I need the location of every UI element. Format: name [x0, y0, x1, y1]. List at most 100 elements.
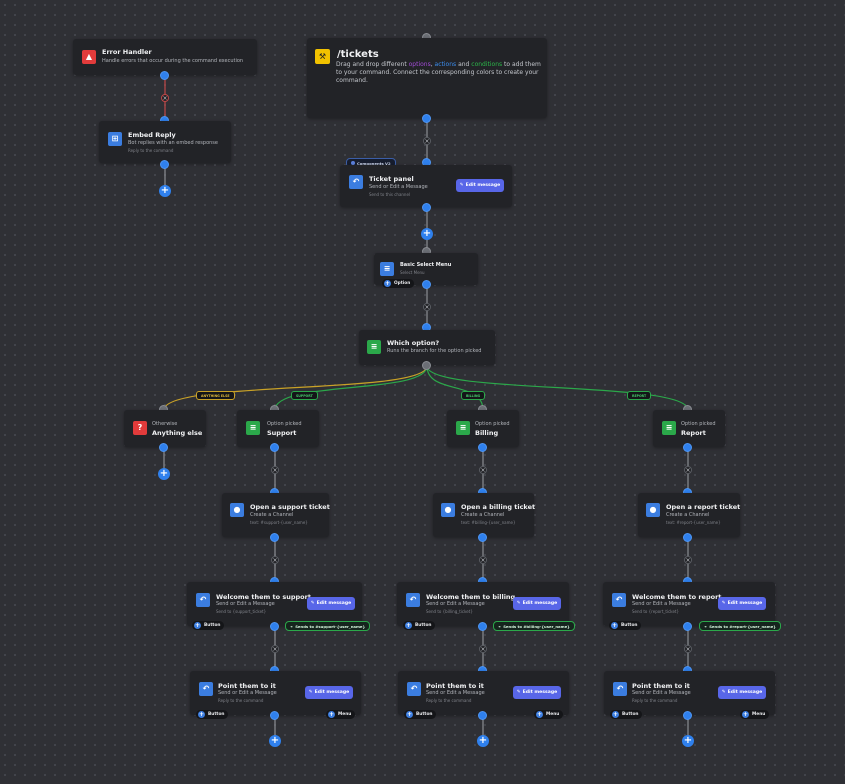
- list-icon: ≡: [662, 421, 676, 435]
- option-picked-node[interactable]: ≡ Option picked Support: [237, 410, 319, 447]
- add-button-pill[interactable]: + Button: [609, 621, 642, 630]
- node-subtitle: Send or Edit a Message: [426, 601, 485, 607]
- output-port[interactable]: [478, 443, 487, 452]
- option-picked-node[interactable]: ≡ Option picked Report: [653, 410, 725, 447]
- output-port[interactable]: [422, 203, 431, 212]
- output-port[interactable]: [160, 71, 169, 80]
- node-title: Report: [681, 429, 706, 437]
- output-port[interactable]: [478, 622, 487, 631]
- pill-label: Menu: [546, 712, 560, 717]
- add-block-button[interactable]: +: [477, 735, 489, 747]
- point-message-node[interactable]: ↶ Point them to it Send or Edit a Messag…: [398, 671, 569, 715]
- node-title: Error Handler: [102, 48, 152, 56]
- node-subtitle: Option picked: [681, 421, 716, 427]
- create-channel-node[interactable]: ● Open a support ticket Create a Channel…: [222, 493, 330, 537]
- add-menu-pill[interactable]: + Menu: [534, 710, 564, 719]
- edit-message-button[interactable]: ✎ Edit message: [513, 597, 561, 610]
- node-subtitle: Option picked: [475, 421, 510, 427]
- which-option-node[interactable]: ≡ Which option? Runs the branch for the …: [359, 330, 495, 365]
- add-button-pill[interactable]: + Button: [610, 710, 643, 719]
- node-title: Ticket panel: [369, 175, 414, 183]
- disconnect-icon[interactable]: ×: [423, 303, 431, 311]
- add-block-button[interactable]: +: [421, 228, 433, 240]
- welcome-message-node[interactable]: ↶ Welcome them to billing Send or Edit a…: [397, 582, 569, 626]
- pill-label: Option: [394, 281, 411, 286]
- output-port[interactable]: [478, 533, 487, 542]
- create-channel-node[interactable]: ● Open a report ticket Create a Channel …: [638, 493, 740, 537]
- edit-message-button[interactable]: ✎ Edit message: [456, 179, 504, 192]
- add-menu-pill[interactable]: + Menu: [740, 710, 770, 719]
- output-port[interactable]: [159, 443, 168, 452]
- output-port[interactable]: [422, 114, 431, 123]
- desc-conditions-word: conditions: [471, 61, 503, 68]
- edit-message-label: Edit message: [522, 690, 558, 695]
- add-menu-pill[interactable]: + Menu: [326, 710, 356, 719]
- pill-label: Button: [621, 623, 638, 628]
- output-port[interactable]: [478, 711, 487, 720]
- point-message-node[interactable]: ↶ Point them to it Send or Edit a Messag…: [190, 671, 361, 715]
- command-icon: ⚒: [315, 49, 330, 64]
- edit-message-button[interactable]: ✎ Edit message: [718, 686, 766, 699]
- plus-icon: +: [406, 711, 413, 718]
- edit-message-button[interactable]: ✎ Edit message: [305, 686, 353, 699]
- output-port[interactable]: [422, 361, 431, 370]
- create-channel-node[interactable]: ● Open a billing ticket Create a Channel…: [433, 493, 535, 537]
- add-button-pill[interactable]: + Button: [196, 710, 229, 719]
- output-port[interactable]: [422, 280, 431, 289]
- disconnect-icon[interactable]: ×: [684, 645, 692, 653]
- output-port[interactable]: [683, 533, 692, 542]
- disconnect-icon[interactable]: ×: [271, 645, 279, 653]
- disconnect-icon[interactable]: ×: [271, 556, 279, 564]
- disconnect-icon[interactable]: ×: [161, 94, 169, 102]
- output-port[interactable]: [270, 443, 279, 452]
- add-block-button[interactable]: +: [159, 185, 171, 197]
- output-port[interactable]: [683, 443, 692, 452]
- node-subtitle: Otherwise: [152, 421, 178, 427]
- add-button-pill[interactable]: + Button: [192, 621, 225, 630]
- disconnect-icon[interactable]: ×: [271, 466, 279, 474]
- edit-message-button[interactable]: ✎ Edit message: [513, 686, 561, 699]
- disconnect-icon[interactable]: ×: [684, 466, 692, 474]
- desc-actions-word: actions: [434, 61, 457, 68]
- disconnect-icon[interactable]: ×: [479, 466, 487, 474]
- edit-message-button[interactable]: ✎ Edit message: [307, 597, 355, 610]
- output-port[interactable]: [270, 622, 279, 631]
- pencil-icon: ✎: [459, 183, 464, 188]
- disconnect-icon[interactable]: ×: [479, 645, 487, 653]
- add-button-pill[interactable]: + Button: [404, 710, 437, 719]
- edit-message-label: Edit message: [727, 690, 763, 695]
- edit-message-button[interactable]: ✎ Edit message: [718, 597, 766, 610]
- command-node[interactable]: ⚒ /tickets Drag and drop different optio…: [307, 38, 547, 118]
- welcome-message-node[interactable]: ↶ Welcome them to support Send or Edit a…: [187, 582, 362, 626]
- add-button-pill[interactable]: + Button: [403, 621, 436, 630]
- output-port[interactable]: [683, 622, 692, 631]
- error-handler-node[interactable]: ▲ Error Handler Handle errors that occur…: [73, 39, 257, 75]
- add-option-button[interactable]: + Option: [382, 279, 415, 288]
- node-subtitle: Send or Edit a Message: [632, 690, 691, 696]
- add-block-button[interactable]: +: [269, 735, 281, 747]
- node-title: Welcome them to report: [632, 593, 722, 601]
- output-port[interactable]: [270, 711, 279, 720]
- add-block-button[interactable]: +: [158, 468, 170, 480]
- pencil-icon: ✎: [516, 690, 521, 695]
- disconnect-icon[interactable]: ×: [479, 556, 487, 564]
- output-port[interactable]: [683, 711, 692, 720]
- add-block-button[interactable]: +: [682, 735, 694, 747]
- reply-icon: ↶: [196, 593, 210, 607]
- pill-label: Button: [208, 712, 225, 717]
- output-port[interactable]: [160, 160, 169, 169]
- list-icon: ≡: [246, 421, 260, 435]
- node-title: Point them to it: [632, 682, 690, 690]
- option-picked-node[interactable]: ≡ Option picked Billing: [447, 410, 519, 447]
- output-port[interactable]: [270, 533, 279, 542]
- embed-reply-node[interactable]: ⊞ Embed Reply Bot replies with an embed …: [99, 121, 231, 163]
- ticket-panel-node[interactable]: ↶ Ticket panel Send or Edit a Message Se…: [340, 165, 512, 207]
- reply-icon: ↶: [612, 593, 626, 607]
- welcome-message-node[interactable]: ↶ Welcome them to report Send or Edit a …: [603, 582, 775, 626]
- edit-message-label: Edit message: [314, 690, 350, 695]
- disconnect-icon[interactable]: ×: [684, 556, 692, 564]
- otherwise-node[interactable]: ? Otherwise Anything else: [124, 410, 206, 447]
- disconnect-icon[interactable]: ×: [423, 137, 431, 145]
- point-message-node[interactable]: ↶ Point them to it Send or Edit a Messag…: [604, 671, 775, 715]
- branch-label-anything-else: ANYTHING ELSE: [196, 391, 235, 400]
